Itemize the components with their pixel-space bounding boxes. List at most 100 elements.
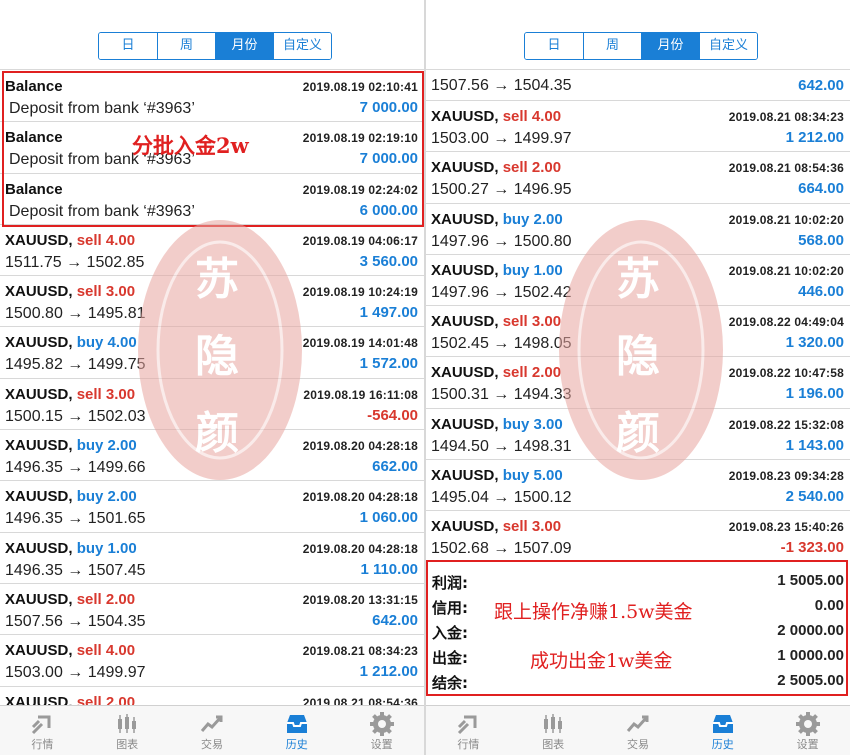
trade-lots: 4.00 [105, 231, 136, 249]
trade-lots: 4.00 [531, 108, 562, 125]
trade-row[interactable]: XAUUSD, buy 3.00 2019.08.22 15:32:08 1494.… [426, 408, 850, 461]
tab-history[interactable]: 历史 [254, 706, 339, 755]
balance-row[interactable]: Balance 2019.08.19 02:10:41 Deposit from b… [0, 71, 424, 123]
trade-row[interactable]: XAUUSD, buy 2.00 2019.08.20 04:28:18 1496.… [0, 430, 424, 482]
profit-amount: 7 000.00 [359, 99, 418, 116]
price-range: 1500.27 → 1496.95 [431, 181, 572, 199]
tab-quotes[interactable]: 行情 [0, 706, 85, 755]
balance-title: Balance [5, 129, 63, 147]
tab-label: 图表 [116, 738, 139, 751]
bottom-tab-bar: 行情 图表 交易 历史 设置 [0, 705, 424, 755]
period-day-button[interactable]: 日 [525, 33, 583, 59]
trade-action: buy [76, 539, 104, 557]
tab-trade[interactable]: 交易 [596, 706, 681, 755]
period-selector: 日 周 月份 自定义 [524, 32, 758, 60]
trade-row[interactable]: XAUUSD, sell 3.00 2019.08.19 10:24:19 1500… [0, 276, 424, 328]
history-panel-left: 日 周 月份 自定义 Balance 2019.08.19 02:10:41 Dep… [0, 0, 424, 755]
trade-action: buy [502, 415, 530, 433]
history-list[interactable]: Balance 2019.08.19 02:10:41 Deposit from b… [0, 71, 424, 709]
trade-row[interactable]: XAUUSD, sell 2.00 2019.08.22 10:47:58 1500… [426, 357, 850, 409]
trade-row[interactable]: XAUUSD, buy 1.00 2019.08.20 04:28:18 1496.… [0, 532, 424, 584]
tab-chart[interactable]: 图表 [85, 706, 170, 755]
tab-label: 交易 [626, 738, 649, 751]
symbol-label: XAUUSD, [431, 159, 499, 177]
tab-trade[interactable]: 交易 [170, 706, 255, 755]
row-timestamp: 2019.08.21 08:34:23 [302, 644, 418, 659]
symbol-label: XAUUSD, [5, 385, 73, 403]
trade-row[interactable]: XAUUSD, buy 5.00 2019.08.23 09:34:28 1495.… [426, 460, 850, 512]
row-timestamp: 2019.08.19 02:10:41 [302, 80, 418, 94]
trade-action: buy [76, 334, 104, 352]
tab-label: 行情 [31, 738, 54, 751]
row-timestamp: 2019.08.20 13:31:15 [302, 592, 418, 607]
period-month-button[interactable]: 月份 [215, 33, 273, 59]
trade-row[interactable]: XAUUSD, buy 2.00 2019.08.20 04:28:18 1496.… [0, 481, 424, 533]
history-list[interactable]: 1507.56 → 1504.35 642.00 XAUUSD, sell 4.00… [426, 71, 850, 563]
trade-row[interactable]: XAUUSD, buy 2.00 2019.08.21 10:02:20 1497.… [426, 203, 850, 255]
deposit-description: Deposit from bank ‘#3963’ [9, 100, 195, 117]
period-week-button[interactable]: 周 [157, 33, 215, 59]
trade-lots: 5.00 [533, 467, 563, 485]
history-panel-right: 日 周 月份 自定义 1507.56 → 1504.35 642.00 XAUUSD… [426, 0, 850, 755]
profit-amount: 568.00 [798, 231, 844, 249]
period-month-button[interactable]: 月份 [641, 33, 699, 59]
row-timestamp: 2019.08.22 10:47:58 [728, 366, 844, 381]
trade-action: buy [502, 467, 530, 485]
tab-label: 图表 [542, 738, 565, 751]
symbol-label: XAUUSD, [5, 283, 73, 301]
row-title: XAUUSD, buy 3.00 [431, 416, 563, 433]
trade-row[interactable]: XAUUSD, sell 3.00 2019.08.19 16:11:08 1500… [0, 378, 424, 431]
row-title: XAUUSD, buy 2.00 [5, 488, 137, 505]
trade-row[interactable]: XAUUSD, sell 2.00 2019.08.20 13:31:15 1507… [0, 583, 424, 636]
trade-row[interactable]: XAUUSD, sell 4.00 2019.08.21 08:34:23 1503… [0, 635, 424, 687]
summary-label: 出金: [432, 649, 468, 667]
trade-row[interactable]: XAUUSD, sell 4.00 2019.08.19 04:06:17 1511… [0, 224, 424, 277]
period-week-button[interactable]: 周 [583, 33, 641, 59]
trade-lots: 2.00 [107, 437, 137, 455]
summary-value: 2 0000.00 [777, 622, 844, 639]
price-range: 1495.82 → 1499.75 [5, 356, 146, 374]
summary-label: 信用: [432, 599, 468, 617]
summary-label: 利润: [432, 574, 468, 592]
trade-row[interactable]: XAUUSD, buy 1.00 2019.08.21 10:02:20 1497.… [426, 254, 850, 307]
tab-settings[interactable]: 设置 [339, 706, 424, 755]
profit-amount: 1 196.00 [785, 385, 844, 403]
period-day-button[interactable]: 日 [99, 33, 157, 59]
row-timestamp: 2019.08.19 14:01:48 [302, 336, 418, 351]
summary-value: 2 5005.00 [777, 672, 844, 689]
trade-row[interactable]: XAUUSD, buy 4.00 2019.08.19 14:01:48 1495.… [0, 327, 424, 379]
tab-history[interactable]: 历史 [680, 706, 765, 755]
price-range: 1496.35 → 1499.66 [5, 459, 146, 477]
period-custom-button[interactable]: 自定义 [699, 33, 757, 59]
trade-row[interactable]: XAUUSD, sell 2.00 2019.08.21 08:54:36 1500… [426, 152, 850, 204]
trade-action: buy [502, 261, 530, 279]
row-title: XAUUSD, sell 3.00 [431, 518, 561, 535]
row-timestamp: 2019.08.21 08:34:23 [728, 110, 844, 124]
tab-label: 历史 [285, 738, 308, 751]
trade-row[interactable]: XAUUSD, sell 3.00 2019.08.22 04:49:04 1502… [426, 306, 850, 358]
trade-row[interactable]: XAUUSD, sell 4.00 2019.08.21 08:34:23 1503… [426, 101, 850, 153]
price-range: 1495.04 → 1500.12 [431, 489, 572, 507]
price-range: 1502.45 → 1498.05 [431, 335, 572, 353]
trade-action: sell [76, 642, 102, 660]
symbol-label: XAUUSD, [431, 364, 499, 382]
deposit-annotation: 分批入金2w [132, 133, 249, 158]
price-range: 1507.56 → 1504.35 [5, 612, 146, 630]
balance-row[interactable]: Balance 2019.08.19 02:24:02 Deposit from b… [0, 173, 424, 225]
tab-quotes[interactable]: 行情 [426, 706, 511, 755]
trade-action: sell [502, 108, 528, 125]
trade-lots: 4.00 [107, 334, 137, 352]
symbol-label: XAUUSD, [431, 210, 499, 228]
price-range: 1500.80 → 1495.81 [5, 305, 146, 323]
row-title: XAUUSD, buy 2.00 [431, 211, 563, 228]
tab-chart[interactable]: 图表 [511, 706, 596, 755]
profit-amount: 1 110.00 [360, 560, 418, 578]
row-timestamp: 2019.08.21 08:54:36 [728, 161, 844, 176]
trade-row[interactable]: XAUUSD, sell 3.00 2019.08.23 15:40:26 1502… [426, 511, 850, 563]
period-custom-button[interactable]: 自定义 [273, 33, 331, 59]
trade-row[interactable]: 1507.56 → 1504.35 642.00 [426, 71, 850, 101]
trade-action: sell [76, 283, 102, 301]
tab-settings[interactable]: 设置 [765, 706, 850, 755]
symbol-label: XAUUSD, [431, 313, 499, 331]
trade-lots: 2.00 [105, 590, 136, 608]
